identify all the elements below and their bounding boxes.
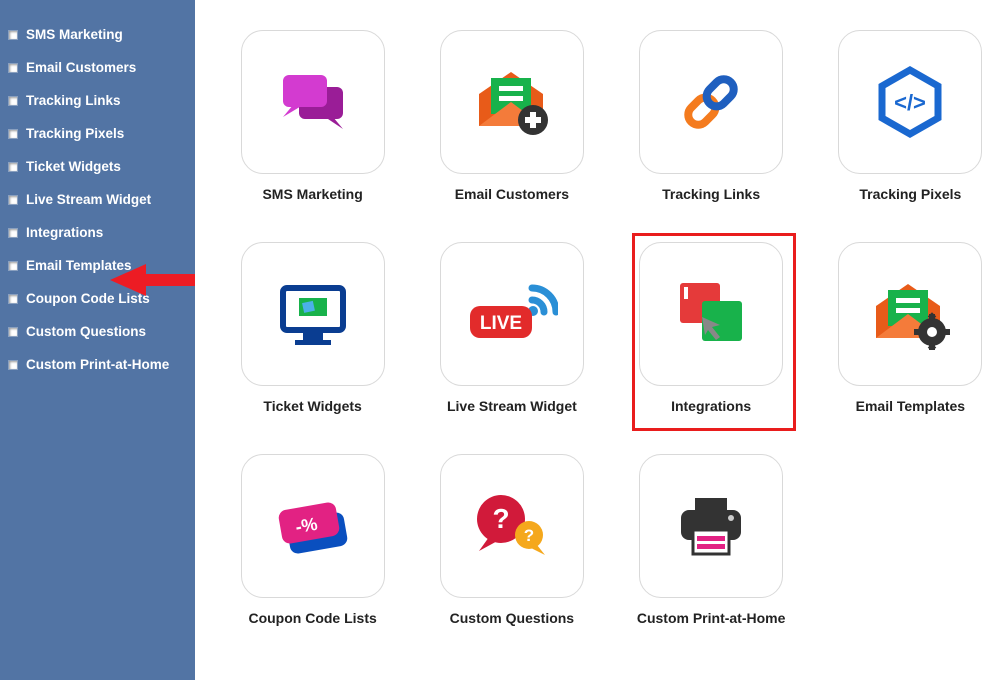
monitor-ticket-icon (273, 278, 353, 350)
code-hex-icon: </> (872, 64, 948, 140)
sidebar-item-live-stream-widget[interactable]: Live Stream Widget (8, 183, 185, 216)
bullet-icon (8, 63, 18, 73)
bullet-icon (8, 162, 18, 172)
tile-label: Tracking Links (662, 186, 760, 202)
sidebar-item-label: Email Customers (26, 60, 136, 75)
tile-card[interactable] (639, 454, 783, 598)
sidebar-item-custom-print-at-home[interactable]: Custom Print-at-Home (8, 348, 185, 381)
svg-text:</>: </> (894, 90, 926, 115)
coupon-tickets-icon: -% (270, 492, 356, 560)
squares-cursor-icon (672, 277, 750, 351)
tile-card[interactable] (639, 242, 783, 386)
tile-label: SMS Marketing (262, 186, 362, 202)
sidebar-item-label: Custom Print-at-Home (26, 357, 169, 372)
tile-card[interactable]: </> (838, 30, 982, 174)
tile-card[interactable]: -% (241, 454, 385, 598)
chat-bubbles-icon (273, 67, 353, 137)
tile-label: Tracking Pixels (859, 186, 961, 202)
question-bubbles-icon: ? ? (471, 491, 553, 561)
tile-email-templates[interactable]: Email Templates (823, 242, 998, 414)
sidebar-item-coupon-code-lists[interactable]: Coupon Code Lists (8, 282, 185, 315)
sidebar-item-sms-marketing[interactable]: SMS Marketing (8, 18, 185, 51)
sidebar-item-label: Integrations (26, 225, 103, 240)
sidebar-item-label: Ticket Widgets (26, 159, 121, 174)
sidebar-item-email-customers[interactable]: Email Customers (8, 51, 185, 84)
tile-custom-print-at-home[interactable]: Custom Print-at-Home (624, 454, 799, 626)
bullet-icon (8, 294, 18, 304)
sidebar-item-custom-questions[interactable]: Custom Questions (8, 315, 185, 348)
sidebar-item-email-templates[interactable]: Email Templates (8, 249, 185, 282)
chain-link-icon (673, 64, 749, 140)
bullet-icon (8, 195, 18, 205)
bullet-icon (8, 30, 18, 40)
tile-label: Live Stream Widget (447, 398, 577, 414)
tile-label: Custom Questions (450, 610, 574, 626)
sidebar-item-label: Coupon Code Lists (26, 291, 150, 306)
sidebar-item-tracking-pixels[interactable]: Tracking Pixels (8, 117, 185, 150)
envelope-gear-icon (868, 278, 952, 350)
tile-card[interactable]: LIVE (440, 242, 584, 386)
main-content: SMS Marketing Email Customers (195, 0, 1000, 680)
tile-live-stream-widget[interactable]: LIVE Live Stream Widget (424, 242, 599, 414)
svg-text:-%: -% (293, 514, 318, 538)
svg-text:?: ? (492, 503, 509, 534)
bullet-icon (8, 228, 18, 238)
bullet-icon (8, 129, 18, 139)
tile-card[interactable] (241, 30, 385, 174)
sidebar-item-label: Tracking Links (26, 93, 121, 108)
tile-card[interactable] (440, 30, 584, 174)
tile-card[interactable] (838, 242, 982, 386)
sidebar-item-label: SMS Marketing (26, 27, 123, 42)
sidebar-item-label: Tracking Pixels (26, 126, 124, 141)
tile-custom-questions[interactable]: ? ? Custom Questions (424, 454, 599, 626)
tile-coupon-code-lists[interactable]: -% Coupon Code Lists (225, 454, 400, 626)
sidebar-item-label: Email Templates (26, 258, 132, 273)
tile-label: Email Templates (856, 398, 965, 414)
tile-integrations[interactable]: Integrations (624, 242, 799, 414)
tile-label: Coupon Code Lists (248, 610, 376, 626)
tile-card[interactable] (639, 30, 783, 174)
bullet-icon (8, 327, 18, 337)
tile-sms-marketing[interactable]: SMS Marketing (225, 30, 400, 202)
tile-card[interactable]: ? ? (440, 454, 584, 598)
sidebar-item-label: Live Stream Widget (26, 192, 151, 207)
sidebar-item-tracking-links[interactable]: Tracking Links (8, 84, 185, 117)
printer-icon (673, 492, 749, 560)
bullet-icon (8, 261, 18, 271)
bullet-icon (8, 96, 18, 106)
tile-tracking-links[interactable]: Tracking Links (624, 30, 799, 202)
bullet-icon (8, 360, 18, 370)
svg-text:LIVE: LIVE (480, 313, 522, 334)
sidebar-item-ticket-widgets[interactable]: Ticket Widgets (8, 150, 185, 183)
tile-email-customers[interactable]: Email Customers (424, 30, 599, 202)
tile-label: Ticket Widgets (263, 398, 361, 414)
tile-label: Custom Print-at-Home (637, 610, 786, 626)
sidebar-item-integrations[interactable]: Integrations (8, 216, 185, 249)
tile-ticket-widgets[interactable]: Ticket Widgets (225, 242, 400, 414)
envelope-plus-icon (471, 66, 553, 138)
tile-card[interactable] (241, 242, 385, 386)
sidebar-item-label: Custom Questions (26, 324, 146, 339)
live-signal-icon: LIVE (466, 282, 558, 346)
tile-grid: SMS Marketing Email Customers (225, 30, 998, 626)
tile-label: Email Customers (455, 186, 569, 202)
tile-label: Integrations (671, 398, 751, 414)
svg-text:?: ? (524, 526, 534, 545)
tile-tracking-pixels[interactable]: </> Tracking Pixels (823, 30, 998, 202)
sidebar: SMS Marketing Email Customers Tracking L… (0, 0, 195, 680)
